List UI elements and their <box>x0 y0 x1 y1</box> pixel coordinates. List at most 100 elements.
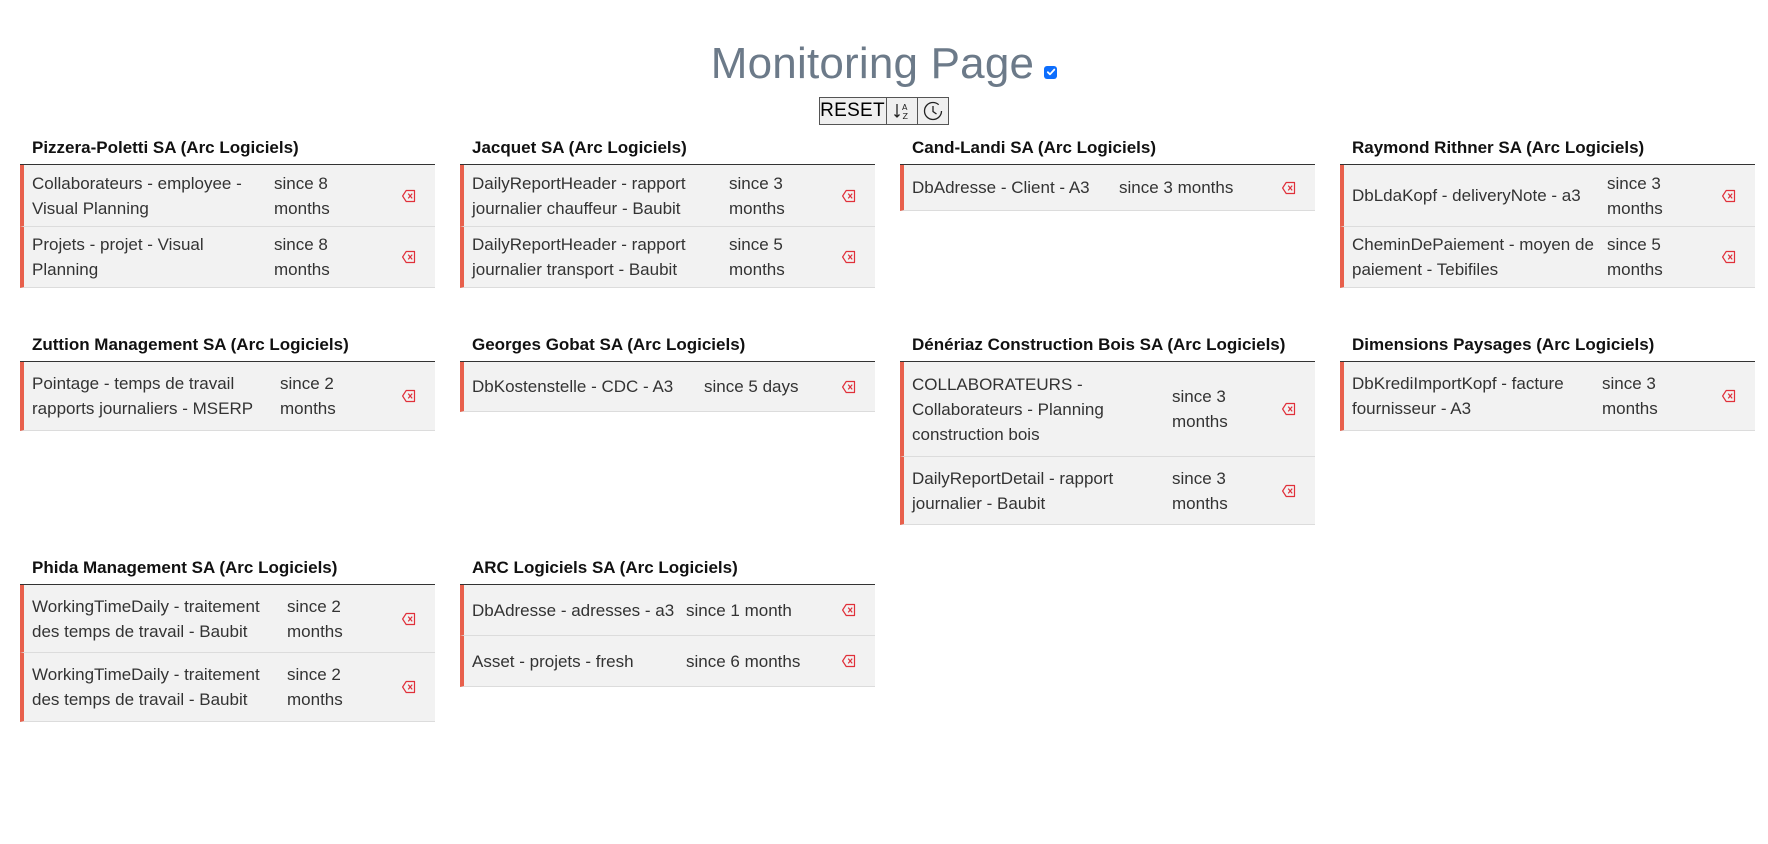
monitor-item: Projets - projet - Visual Planning since … <box>20 227 435 288</box>
item-since: since 2 months <box>287 665 343 709</box>
remove-icon <box>402 612 416 625</box>
remove-icon <box>842 603 856 617</box>
remove-button[interactable] <box>836 653 875 669</box>
monitor-item: WorkingTimeDaily - traitement des temps … <box>20 653 435 722</box>
item-since: since 2 months <box>280 374 336 418</box>
monitor-item: DailyReportHeader - rapport journalier t… <box>460 227 875 288</box>
remove-button[interactable] <box>1257 401 1315 417</box>
panel-cand-landi-sa-arc-logiciels: Cand-Landi SA (Arc Logiciels) DbAdresse -… <box>900 137 1315 211</box>
item-name: WorkingTimeDaily - traitement des temps … <box>32 665 260 709</box>
item-since: since 5 months <box>729 235 785 279</box>
monitor-item: WorkingTimeDaily - traitement des temps … <box>20 585 435 653</box>
reset-button[interactable]: RESET <box>818 97 887 125</box>
item-name: CheminDePaiement - moyen de paiement - T… <box>1352 235 1594 279</box>
item-since: since 3 months <box>1602 374 1658 418</box>
item-name: DailyReportHeader - rapport journalier t… <box>472 235 686 279</box>
item-since: since 5 days <box>704 377 799 396</box>
svg-text:Z: Z <box>902 112 908 121</box>
monitor-item: Asset - projets - fresh since 6 months <box>460 636 875 687</box>
remove-icon <box>1282 402 1296 416</box>
panel-jacquet-sa-arc-logiciels: Jacquet SA (Arc Logiciels) DailyReportHea… <box>460 137 875 288</box>
monitor-item: DbKrediImportKopf - facture fournisseur … <box>1340 362 1755 431</box>
remove-button[interactable] <box>834 379 875 395</box>
monitor-item: COLLABORATEURS - Collaborateurs - Planni… <box>900 362 1315 457</box>
panel-deneriaz-construction-bois-sa-arc-logiciels: Dénériaz Construction Bois SA (Arc Logic… <box>900 334 1315 525</box>
item-name: COLLABORATEURS - Collaborateurs - Planni… <box>912 374 1104 444</box>
remove-button[interactable] <box>374 188 435 204</box>
panel-georges-gobat-sa-arc-logiciels: Georges Gobat SA (Arc Logiciels) DbKosten… <box>460 334 875 412</box>
remove-icon <box>402 189 416 202</box>
remove-icon <box>842 380 856 393</box>
remove-icon <box>402 250 416 264</box>
monitor-item: DbAdresse - adresses - a3 since 1 month <box>460 585 875 636</box>
item-since: since 6 months <box>686 651 801 671</box>
panel-title: Zuttion Management SA (Arc Logiciels) <box>20 334 435 362</box>
panel-title: Georges Gobat SA (Arc Logiciels) <box>460 334 875 362</box>
item-name: DbAdresse - Client - A3 <box>912 178 1090 197</box>
remove-button[interactable] <box>380 388 435 404</box>
panel-title: Jacquet SA (Arc Logiciels) <box>460 137 875 165</box>
remove-button[interactable] <box>836 602 875 618</box>
item-since: since 2 months <box>287 596 343 641</box>
item-since: since 3 months <box>1172 387 1228 431</box>
remove-icon <box>1282 484 1296 497</box>
remove-icon <box>1282 181 1296 194</box>
panel-title: ARC Logiciels SA (Arc Logiciels) <box>460 557 875 585</box>
panel-title: Raymond Rithner SA (Arc Logiciels) <box>1340 137 1755 165</box>
panel-title: Cand-Landi SA (Arc Logiciels) <box>900 137 1315 165</box>
clock-button[interactable] <box>916 97 949 125</box>
remove-icon <box>842 250 856 264</box>
panel-pizzera-poletti-sa-arc-logiciels: Pizzera-Poletti SA (Arc Logiciels) Collab… <box>20 137 435 288</box>
remove-button[interactable] <box>380 679 435 695</box>
item-since: since 1 month <box>686 600 792 620</box>
title-row: Monitoring Page <box>0 38 1768 90</box>
item-since: since 5 months <box>1607 235 1663 279</box>
remove-icon <box>1722 389 1736 403</box>
sort-button[interactable]: A Z <box>885 97 918 125</box>
panel-title: Phida Management SA (Arc Logiciels) <box>20 557 435 585</box>
panel-dimensions-paysages-arc-logiciels: Dimensions Paysages (Arc Logiciels) DbKre… <box>1340 334 1755 431</box>
monitor-item: Collaborateurs - employee - Visual Plann… <box>20 165 435 227</box>
monitor-item: Pointage - temps de travail rapports jou… <box>20 362 435 431</box>
remove-button[interactable] <box>1702 249 1755 265</box>
toolbar: RESET A Z <box>0 97 1768 125</box>
item-since: since 3 months <box>1119 178 1234 197</box>
item-name: Asset - projets - fresh <box>472 651 634 671</box>
item-name: DbKostenstelle - CDC - A3 <box>472 377 674 396</box>
panel-raymond-rithner-sa-arc-logiciels: Raymond Rithner SA (Arc Logiciels) DbLdaK… <box>1340 137 1755 288</box>
item-since: since 8 months <box>274 235 330 279</box>
remove-icon <box>842 189 856 202</box>
check-icon <box>1046 68 1055 76</box>
item-since: since 3 months <box>1172 468 1228 513</box>
remove-button[interactable] <box>829 188 875 204</box>
monitor-item: DailyReportHeader - rapport journalier c… <box>460 165 875 227</box>
item-name: Projets - projet - Visual Planning <box>32 235 204 279</box>
remove-button[interactable] <box>1257 483 1315 499</box>
clock-icon <box>923 101 942 121</box>
item-name: Collaborateurs - employee - Visual Plann… <box>32 173 242 218</box>
item-name: DailyReportDetail - rapport journalier -… <box>912 468 1114 513</box>
panel-title: Dénériaz Construction Bois SA (Arc Logic… <box>900 334 1315 362</box>
page-title: Monitoring Page <box>710 39 1035 88</box>
item-name: DailyReportHeader - rapport journalier c… <box>472 173 686 218</box>
remove-button[interactable] <box>1269 180 1315 196</box>
remove-button[interactable] <box>374 249 435 265</box>
remove-button[interactable] <box>1697 388 1755 404</box>
remove-icon <box>842 654 856 668</box>
item-name: DbAdresse - adresses - a3 <box>472 600 675 620</box>
remove-icon <box>402 680 416 694</box>
remove-button[interactable] <box>380 611 435 627</box>
item-since: since 3 months <box>1607 173 1663 218</box>
panel-zuttion-management-sa-arc-logiciels: Zuttion Management SA (Arc Logiciels) Poi… <box>20 334 435 431</box>
monitor-item: DbKostenstelle - CDC - A3 since 5 days <box>460 362 875 412</box>
panel-arc-logiciels-sa-arc-logiciels: ARC Logiciels SA (Arc Logiciels) DbAdress… <box>460 557 875 687</box>
sort-alpha-icon: A Z <box>893 103 908 121</box>
remove-icon <box>1722 250 1736 264</box>
page-header: Monitoring Page RESET A Z <box>0 0 1768 125</box>
item-since: since 8 months <box>274 173 330 218</box>
item-name: DbKrediImportKopf - facture fournisseur … <box>1352 374 1564 418</box>
remove-button[interactable] <box>829 249 875 265</box>
remove-button[interactable] <box>1702 188 1755 204</box>
panel-phida-management-sa-arc-logiciels: Phida Management SA (Arc Logiciels) Worki… <box>20 557 435 722</box>
title-checkbox[interactable] <box>1044 65 1058 79</box>
